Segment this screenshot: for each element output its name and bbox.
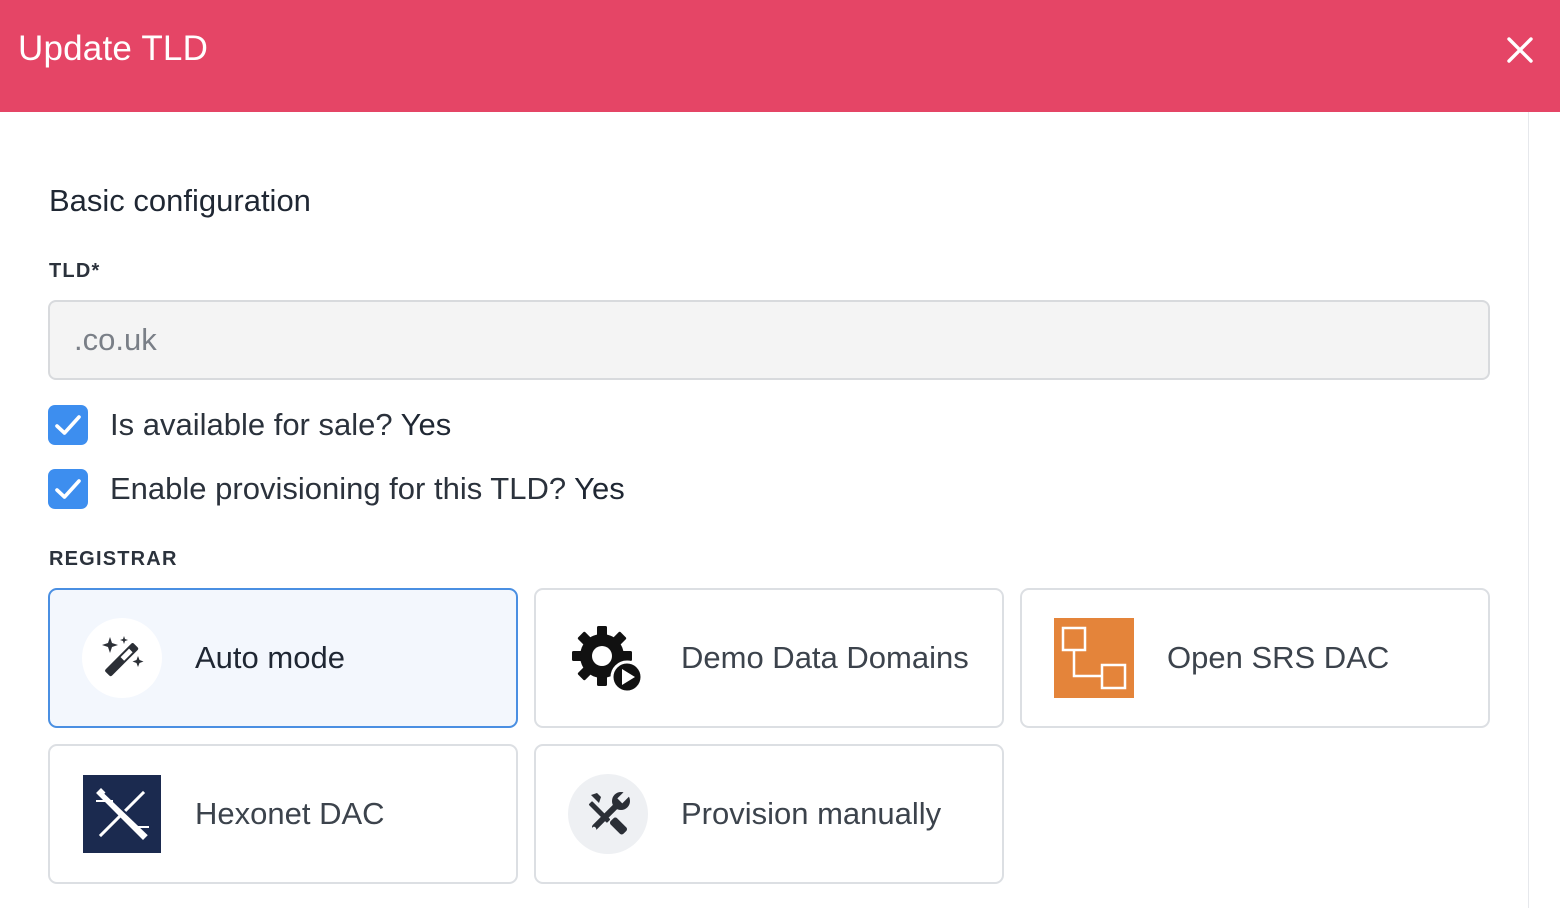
close-icon <box>1507 37 1533 63</box>
available-for-sale-checkbox[interactable] <box>48 405 88 445</box>
magic-wand-icon <box>102 636 144 677</box>
registrar-option-auto-mode[interactable]: Auto mode <box>48 588 518 728</box>
registrar-option-label: Auto mode <box>195 640 345 675</box>
hexonet-logo-icon <box>83 775 161 853</box>
enable-provisioning-checkbox[interactable] <box>48 469 88 509</box>
registrar-option-hexonet-dac[interactable]: Hexonet DAC <box>48 744 518 884</box>
registrar-option-label: Open SRS DAC <box>1167 640 1390 675</box>
scrollbar-track[interactable] <box>1528 112 1560 908</box>
tools-icon <box>588 791 630 835</box>
enable-provisioning-value: Yes <box>574 471 625 506</box>
icon-circle <box>82 618 162 698</box>
registrar-option-demo-data-domains[interactable]: Demo Data Domains <box>534 588 1004 728</box>
modal-header: Update TLD <box>0 0 1560 112</box>
magic-wand-icon-wrap <box>82 618 162 698</box>
enable-provisioning-label: Enable provisioning for this TLD? <box>110 471 567 506</box>
icon-circle <box>568 774 648 854</box>
registrar-option-provision-manually[interactable]: Provision manually <box>534 744 1004 884</box>
available-for-sale-value: Yes <box>400 407 452 442</box>
registrar-option-label: Demo Data Domains <box>681 640 969 675</box>
registrar-option-open-srs-dac[interactable]: Open SRS DAC <box>1020 588 1490 728</box>
available-for-sale-label: Is available for sale? <box>110 407 393 442</box>
tld-input[interactable] <box>48 300 1490 380</box>
modal-title: Update TLD <box>18 29 209 68</box>
registrar-option-label: Hexonet DAC <box>195 796 385 831</box>
available-for-sale-row[interactable]: Is available for sale? Yes <box>48 404 451 446</box>
checkmark-icon <box>55 415 81 435</box>
registrar-label: REGISTRAR <box>49 548 178 570</box>
section-title-basic: Basic configuration <box>49 183 311 218</box>
checkmark-icon <box>55 479 81 499</box>
registrar-option-label: Provision manually <box>681 796 942 831</box>
enable-provisioning-text: Enable provisioning for this TLD? Yes <box>110 471 625 507</box>
enable-provisioning-row[interactable]: Enable provisioning for this TLD? Yes <box>48 468 625 510</box>
tld-label: TLD* <box>49 260 101 282</box>
opensrs-logo-icon <box>1054 618 1134 698</box>
gear-play-icon-wrap <box>568 618 648 698</box>
hexonet-logo-icon-wrap <box>82 774 162 854</box>
close-button[interactable] <box>1498 28 1542 72</box>
tools-icon-wrap <box>568 774 648 854</box>
opensrs-logo-icon-wrap <box>1054 618 1134 698</box>
gear-play-icon <box>572 626 644 694</box>
available-for-sale-text: Is available for sale? Yes <box>110 407 451 443</box>
